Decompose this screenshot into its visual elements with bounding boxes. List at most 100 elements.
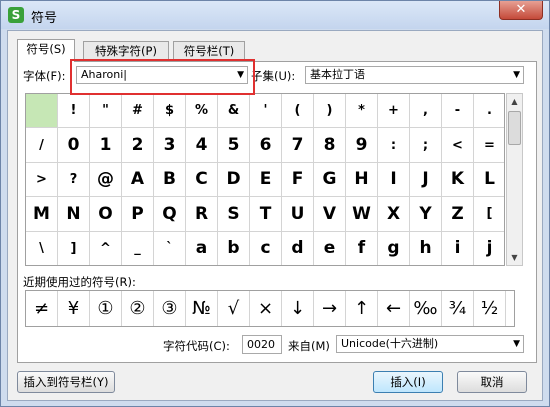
symbol-cell[interactable]: M: [26, 197, 58, 232]
symbol-cell[interactable]: j: [474, 232, 504, 265]
symbol-cell[interactable]: ]: [58, 231, 90, 265]
insert-to-symbol-bar-button[interactable]: 插入到符号栏(Y): [17, 371, 115, 393]
title-bar[interactable]: S 符号 ✕: [1, 1, 549, 29]
symbol-cell[interactable]: %: [186, 94, 218, 129]
symbol-cell[interactable]: G: [314, 162, 346, 198]
recent-symbol-cell[interactable]: ↓: [282, 291, 314, 326]
symbol-cell[interactable]: +: [378, 94, 410, 129]
symbol-cell[interactable]: F: [282, 162, 314, 198]
scroll-up-arrow-icon[interactable]: ▲: [507, 94, 522, 109]
symbol-cell[interactable]: U: [282, 197, 314, 232]
symbol-cell[interactable]: 9: [346, 128, 378, 163]
symbol-cell[interactable]: B: [154, 162, 186, 198]
symbol-cell[interactable]: ': [250, 94, 282, 129]
symbol-cell[interactable]: 3: [154, 128, 186, 163]
symbol-cell[interactable]: 0: [58, 128, 90, 163]
symbol-cell[interactable]: @: [90, 162, 122, 198]
symbol-cell[interactable]: ;: [410, 128, 442, 163]
symbol-cell[interactable]: N: [58, 197, 90, 232]
recent-symbol-cell[interactable]: √: [218, 291, 250, 326]
symbol-cell[interactable]: !: [58, 94, 90, 129]
symbol-cell[interactable]: [: [474, 197, 504, 232]
symbol-cell[interactable]: 5: [218, 128, 250, 163]
symbol-cell[interactable]: \: [26, 231, 58, 265]
symbol-cell[interactable]: d: [282, 231, 314, 265]
font-dropdown[interactable]: Aharoni| ▼: [76, 66, 248, 84]
tab-special-chars[interactable]: 特殊字符(P): [83, 41, 169, 61]
char-code-input[interactable]: 0020: [242, 335, 282, 354]
recent-symbol-cell[interactable]: ↑: [346, 291, 378, 326]
symbol-cell[interactable]: Y: [410, 197, 442, 232]
symbol-cell[interactable]: O: [90, 197, 122, 232]
grid-scrollbar[interactable]: ▲ ▼: [506, 93, 523, 266]
subset-dropdown[interactable]: 基本拉丁语 ▼: [305, 66, 524, 84]
symbol-cell[interactable]: *: [346, 94, 378, 129]
symbol-cell[interactable]: ,: [410, 94, 442, 129]
symbol-cell[interactable]: K: [442, 162, 474, 198]
symbol-cell[interactable]: >: [26, 162, 58, 198]
symbol-cell[interactable]: #: [122, 94, 154, 129]
symbol-cell[interactable]: :: [378, 128, 410, 163]
symbol-cell[interactable]: 8: [314, 128, 346, 163]
symbol-cell[interactable]: <: [442, 128, 474, 163]
recent-symbol-cell[interactable]: ③: [154, 291, 186, 326]
symbol-cell[interactable]: A: [122, 162, 154, 198]
recent-symbol-cell[interactable]: →: [314, 291, 346, 326]
scroll-thumb[interactable]: [508, 111, 521, 145]
symbol-cell[interactable]: E: [250, 162, 282, 198]
symbol-cell[interactable]: `: [154, 231, 186, 265]
tab-symbols[interactable]: 符号(S): [17, 39, 75, 62]
symbol-cell[interactable]: 7: [282, 128, 314, 163]
symbol-cell[interactable]: &: [218, 94, 250, 129]
symbol-cell[interactable]: /: [26, 128, 58, 163]
symbol-cell[interactable]: W: [346, 197, 378, 232]
symbol-cell[interactable]: g: [378, 231, 410, 265]
symbol-cell[interactable]: 6: [250, 128, 282, 163]
symbol-cell[interactable]: =: [474, 128, 504, 163]
symbol-cell[interactable]: -: [442, 94, 474, 129]
symbol-cell[interactable]: I: [378, 162, 410, 198]
symbol-cell[interactable]: $: [154, 94, 186, 129]
recent-symbol-cell[interactable]: ②: [122, 291, 154, 326]
scroll-down-arrow-icon[interactable]: ▼: [507, 250, 522, 265]
recent-symbol-cell[interactable]: ≠: [26, 291, 58, 326]
symbol-cell[interactable]: Z: [442, 197, 474, 232]
symbol-cell[interactable]: L: [474, 163, 504, 198]
symbol-cell[interactable]: 4: [186, 128, 218, 163]
symbol-cell[interactable]: 2: [122, 128, 154, 163]
symbol-cell[interactable]: V: [314, 197, 346, 232]
symbol-cell[interactable]: e: [314, 231, 346, 265]
symbol-cell[interactable]: ": [90, 94, 122, 129]
symbol-cell[interactable]: S: [218, 197, 250, 232]
recent-symbol-cell[interactable]: ½: [474, 291, 506, 326]
recent-symbol-cell[interactable]: ←: [378, 291, 410, 326]
recent-symbol-cell[interactable]: ¾: [442, 291, 474, 326]
symbol-cell[interactable]: P: [122, 197, 154, 232]
symbol-cell[interactable]: R: [186, 197, 218, 232]
symbol-cell[interactable]: _: [122, 231, 154, 265]
from-dropdown[interactable]: Unicode(十六进制) ▼: [336, 335, 524, 353]
symbol-cell[interactable]: J: [410, 162, 442, 198]
symbol-cell[interactable]: ^: [90, 231, 122, 265]
symbol-cell[interactable]: [26, 94, 58, 129]
symbol-cell[interactable]: c: [250, 231, 282, 265]
symbol-cell[interactable]: H: [346, 162, 378, 198]
symbol-cell[interactable]: f: [346, 231, 378, 265]
recent-symbol-cell[interactable]: №: [186, 291, 218, 326]
symbol-cell[interactable]: D: [218, 162, 250, 198]
symbol-cell[interactable]: 1: [90, 128, 122, 163]
symbol-cell[interactable]: C: [186, 162, 218, 198]
recent-symbol-cell[interactable]: ¥: [58, 291, 90, 326]
cancel-button[interactable]: 取消: [457, 371, 527, 393]
insert-button[interactable]: 插入(I): [373, 371, 443, 393]
symbol-cell[interactable]: ?: [58, 162, 90, 198]
symbol-cell[interactable]: ): [314, 94, 346, 129]
symbol-cell[interactable]: i: [442, 231, 474, 265]
symbol-cell[interactable]: X: [378, 197, 410, 232]
symbol-cell[interactable]: a: [186, 231, 218, 265]
tab-symbol-bar[interactable]: 符号栏(T): [173, 41, 245, 61]
symbol-cell[interactable]: (: [282, 94, 314, 129]
recent-symbol-cell[interactable]: ①: [90, 291, 122, 326]
symbol-cell[interactable]: b: [218, 231, 250, 265]
symbol-cell[interactable]: h: [410, 231, 442, 265]
